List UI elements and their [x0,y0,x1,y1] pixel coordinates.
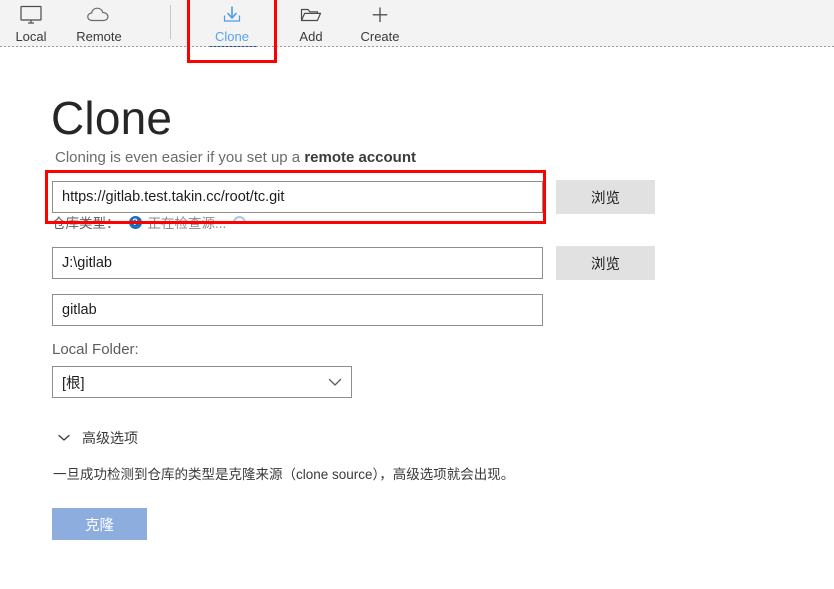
toolbar-item-local[interactable]: Local [0,0,62,47]
toolbar-separator [170,5,171,39]
browse-url-button[interactable]: 浏览 [556,180,655,214]
toolbar-item-create-label: Create [360,29,399,44]
repo-type-label: 仓库类型： [52,212,120,232]
advanced-options-note: 一旦成功检测到仓库的类型是克隆来源（clone source），高级选项就会出现… [53,466,514,484]
repo-type-status-text: 正在检查源... [148,212,227,232]
advanced-options-label: 高级选项 [82,428,138,448]
clone-url-input[interactable] [52,181,543,213]
remote-account-link[interactable]: remote account [304,149,416,166]
cloud-icon [86,4,112,26]
clone-page-content: Clone Cloning is even easier if you set … [0,47,834,589]
toolbar-item-add-label: Add [299,29,322,44]
toolbar-item-clone-label: Clone [215,29,249,44]
local-path-input[interactable] [52,247,543,279]
browse-path-button[interactable]: 浏览 [556,246,655,280]
page-title: Clone [51,93,172,143]
toolbar-item-local-label: Local [15,29,46,44]
toolbar-item-remote[interactable]: Remote [68,0,130,47]
repository-name-input[interactable] [52,294,543,326]
page-subtitle: Cloning is even easier if you set up a r… [55,148,416,168]
chevron-down-icon [328,375,342,389]
advanced-options-toggle[interactable]: 高级选项 [57,428,138,448]
folder-icon [299,4,323,26]
info-badge-icon: ? [129,216,142,229]
top-toolbar: Local Remote Clone Add [0,0,834,47]
download-arrow-icon [220,4,244,26]
chevron-down-icon [57,434,70,442]
toolbar-item-clone[interactable]: Clone [201,0,263,47]
plus-icon [368,4,392,26]
toolbar-item-create[interactable]: Create [349,0,411,47]
toolbar-item-add[interactable]: Add [280,0,342,47]
local-folder-selected-value: [根] [62,372,328,393]
clone-submit-button[interactable]: 克隆 [52,508,147,540]
loading-spinner-icon [231,213,249,231]
repo-type-status-row: 仓库类型： ? 正在检查源... [52,212,246,232]
local-folder-label: Local Folder: [52,341,139,358]
toolbar-item-remote-label: Remote [76,29,122,44]
page-subtitle-text: Cloning is even easier if you set up a [55,149,304,166]
monitor-icon [19,4,43,26]
local-folder-select[interactable]: [根] [52,366,352,398]
